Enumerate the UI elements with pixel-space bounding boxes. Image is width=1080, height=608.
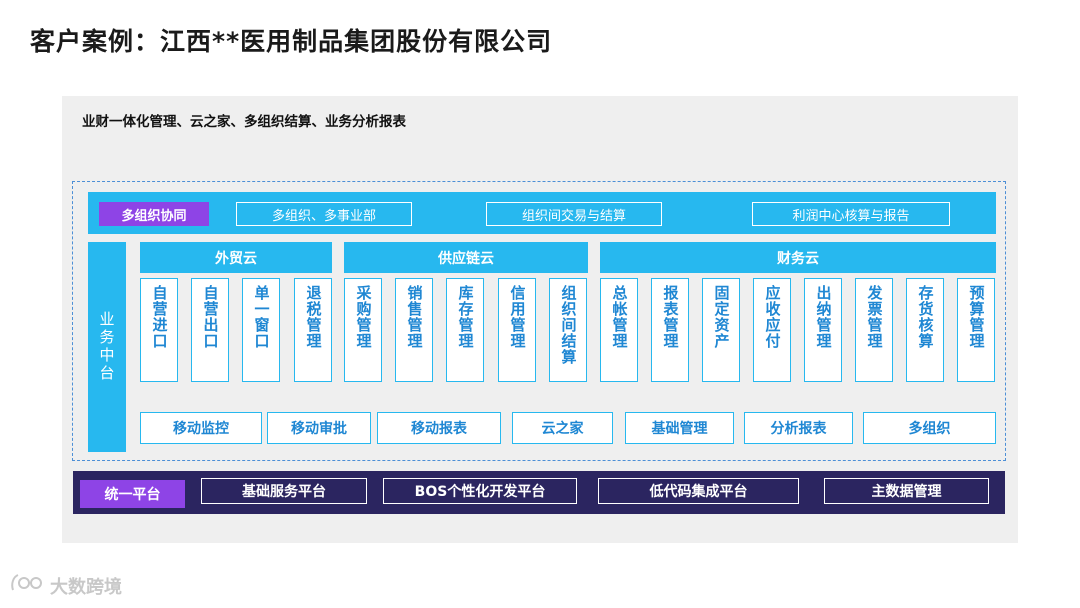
module-label: 采购管理 xyxy=(354,285,373,349)
module-box: 固定资产 xyxy=(702,278,740,382)
collab-item: 多组织、多事业部 xyxy=(236,202,412,226)
module-label: 信用管理 xyxy=(508,285,527,349)
module-label: 应收应付 xyxy=(763,285,782,349)
side-label: 业务中台 xyxy=(88,242,126,452)
module-label: 出纳管理 xyxy=(814,285,833,349)
module-box: 应收应付 xyxy=(753,278,791,382)
module-box: 退税管理 xyxy=(294,278,332,382)
mobile-item: 移动报表 xyxy=(377,412,501,444)
module-label: 预算管理 xyxy=(967,285,986,349)
watermark-text: 大数跨境 xyxy=(50,576,122,598)
module-label: 报表管理 xyxy=(661,285,680,349)
module-box: 自营出口 xyxy=(191,278,229,382)
module-label: 总帐管理 xyxy=(610,285,629,349)
module-label: 自营进口 xyxy=(150,285,169,349)
mobile-item: 移动监控 xyxy=(140,412,262,444)
mobile-item: 分析报表 xyxy=(744,412,853,444)
module-label: 存货核算 xyxy=(916,285,935,349)
platform-item: 主数据管理 xyxy=(824,478,989,504)
module-label: 组织间结算 xyxy=(559,285,578,365)
module-box: 存货核算 xyxy=(906,278,944,382)
module-label: 自营出口 xyxy=(201,285,220,349)
platform-item: 基础服务平台 xyxy=(201,478,367,504)
collab-tag: 多组织协同 xyxy=(99,202,209,226)
module-label: 销售管理 xyxy=(405,285,424,349)
category-header: 供应链云 xyxy=(344,242,588,273)
page-title: 客户案例：江西**医用制品集团股份有限公司 xyxy=(30,27,553,56)
mobile-item: 基础管理 xyxy=(625,412,734,444)
module-box: 单一窗口 xyxy=(242,278,280,382)
module-box: 组织间结算 xyxy=(549,278,587,382)
module-label: 发票管理 xyxy=(865,285,884,349)
watermark: 大数跨境 xyxy=(10,572,122,599)
category-header: 财务云 xyxy=(600,242,996,273)
mobile-item: 移动审批 xyxy=(267,412,371,444)
watermark-logo-icon xyxy=(10,572,46,599)
platform-item: BOS个性化开发平台 xyxy=(383,478,577,504)
module-label: 单一窗口 xyxy=(252,285,271,349)
module-box: 自营进口 xyxy=(140,278,178,382)
side-label-text: 业务中台 xyxy=(97,311,116,383)
module-label: 库存管理 xyxy=(456,285,475,349)
module-label: 退税管理 xyxy=(304,285,323,349)
module-box: 发票管理 xyxy=(855,278,893,382)
module-label: 固定资产 xyxy=(712,285,731,349)
mobile-item: 云之家 xyxy=(512,412,613,444)
collab-item: 利润中心核算与报告 xyxy=(752,202,950,226)
panel-subtitle: 业财一体化管理、云之家、多组织结算、业务分析报表 xyxy=(82,114,406,130)
platform-tag: 统一平台 xyxy=(80,480,185,508)
module-box: 预算管理 xyxy=(957,278,995,382)
category-header: 外贸云 xyxy=(140,242,332,273)
module-box: 采购管理 xyxy=(344,278,382,382)
module-box: 信用管理 xyxy=(498,278,536,382)
module-box: 销售管理 xyxy=(395,278,433,382)
platform-item: 低代码集成平台 xyxy=(598,478,799,504)
module-box: 报表管理 xyxy=(651,278,689,382)
module-box: 总帐管理 xyxy=(600,278,638,382)
module-box: 出纳管理 xyxy=(804,278,842,382)
mobile-item: 多组织 xyxy=(863,412,996,444)
module-box: 库存管理 xyxy=(446,278,484,382)
collab-item: 组织间交易与结算 xyxy=(486,202,662,226)
